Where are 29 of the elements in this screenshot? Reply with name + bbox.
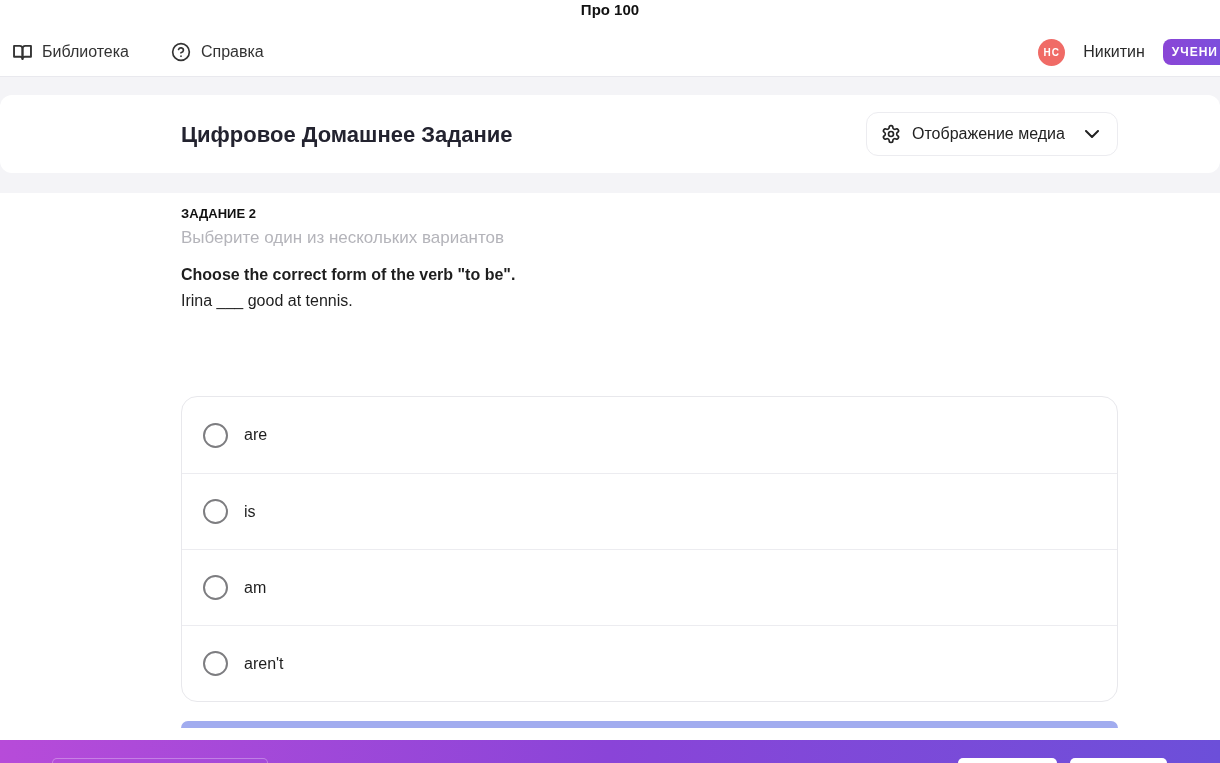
option-label: are: [244, 425, 268, 445]
radio-button[interactable]: [203, 651, 228, 676]
question-sentence: Irina ___ good at tennis.: [181, 291, 354, 312]
media-display-dropdown[interactable]: Отображение медиа: [866, 112, 1118, 156]
page-title: Про 100: [580, 1, 640, 18]
answer-option[interactable]: am: [182, 549, 1117, 625]
chevron-down-icon: [1085, 130, 1099, 138]
nav-link[interactable]: Библиотека: [13, 40, 129, 64]
option-label: aren't: [244, 653, 284, 674]
footer-button[interactable]: [958, 758, 1057, 763]
option-label: is: [244, 501, 256, 522]
role-badge: УЧЕНИ: [1162, 39, 1220, 65]
option-label: am: [244, 577, 267, 598]
question-text: Choose the correct form of the verb "to be".: [181, 265, 517, 285]
footer-button[interactable]: [1070, 758, 1167, 763]
book-icon: [13, 44, 32, 60]
task-number: ЗАДАНИЕ 2: [181, 206, 257, 222]
radio-button[interactable]: [203, 575, 228, 600]
nav-link[interactable]: Справка: [171, 40, 264, 64]
help-icon: [171, 42, 191, 62]
answer-option[interactable]: aren't: [182, 625, 1117, 701]
radio-button[interactable]: [203, 422, 228, 448]
radio-button[interactable]: [203, 499, 228, 524]
answer-option[interactable]: is: [182, 473, 1117, 549]
answer-option[interactable]: are: [182, 397, 1117, 473]
task-instruction: Выберите один из нескольких вариантов: [181, 227, 506, 249]
assignment-title: Цифровое Домашнее Задание: [181, 120, 513, 149]
settings-icon: [881, 124, 901, 144]
user-name: Никитин: [1083, 42, 1145, 62]
